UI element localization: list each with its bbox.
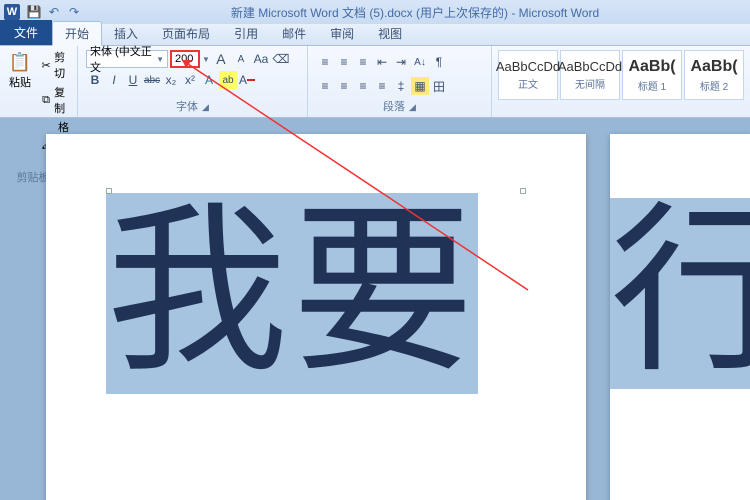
- subscript-button[interactable]: x₂: [162, 71, 180, 89]
- cut-button[interactable]: ✂剪切: [38, 48, 73, 82]
- shading-button[interactable]: ▦: [411, 77, 429, 95]
- document-area[interactable]: 我要 行: [0, 118, 750, 500]
- paragraph-launcher-icon[interactable]: ◢: [409, 102, 416, 112]
- style-no-spacing[interactable]: AaBbCcDd 无间隔: [560, 50, 620, 100]
- window-title: 新建 Microsoft Word 文档 (5).docx (用户上次保存的) …: [84, 4, 746, 21]
- style-preview: AaBbCcDd: [558, 59, 622, 74]
- font-color-button[interactable]: A: [238, 71, 256, 89]
- tab-mailings[interactable]: 邮件: [270, 22, 318, 45]
- underline-button[interactable]: U: [124, 71, 142, 89]
- font-size-value: 200: [175, 53, 193, 65]
- copy-button[interactable]: ⧉复制: [38, 83, 73, 117]
- style-preview: AaBbCcDd: [496, 59, 560, 74]
- highlight-button[interactable]: ab: [219, 71, 237, 89]
- style-normal[interactable]: AaBbCcDd 正文: [498, 50, 558, 100]
- group-styles: AaBbCcDd 正文 AaBbCcDd 无间隔 AaBb( 标题 1 AaBb( 标题…: [492, 46, 750, 117]
- tab-review[interactable]: 审阅: [318, 22, 366, 45]
- font-color-indicator: [247, 79, 255, 81]
- bold-button[interactable]: B: [86, 71, 104, 89]
- align-left-button[interactable]: ≡: [316, 77, 334, 95]
- show-marks-button[interactable]: ¶: [430, 53, 448, 71]
- app-icon: W: [4, 4, 20, 20]
- selected-text-page2[interactable]: 行: [610, 198, 750, 389]
- strike-button[interactable]: abc: [143, 71, 161, 89]
- paste-label: 粘贴: [9, 74, 31, 90]
- copy-icon: ⧉: [41, 93, 51, 107]
- qat-save-icon[interactable]: 💾: [27, 5, 41, 19]
- italic-button[interactable]: I: [105, 71, 123, 89]
- numbering-button[interactable]: ≡: [335, 53, 353, 71]
- cut-icon: ✂: [41, 58, 51, 72]
- style-heading1[interactable]: AaBb( 标题 1: [622, 50, 682, 100]
- group-font-label: 字体◢: [82, 97, 303, 115]
- line-spacing-button[interactable]: ‡: [392, 77, 410, 95]
- borders-button[interactable]: 田: [430, 77, 448, 95]
- font-name-combo[interactable]: 宋体 (中文正文▼: [86, 50, 168, 68]
- bullets-button[interactable]: ≡: [316, 53, 334, 71]
- margin-marker-left: [106, 188, 112, 194]
- title-bar: W 💾 ↶ ↷ 新建 Microsoft Word 文档 (5).docx (用…: [0, 0, 750, 24]
- style-name: 标题 1: [638, 78, 666, 93]
- tab-insert[interactable]: 插入: [102, 22, 150, 45]
- increase-indent-button[interactable]: ⇥: [392, 53, 410, 71]
- decrease-indent-button[interactable]: ⇤: [373, 53, 391, 71]
- style-preview: AaBb(: [690, 58, 737, 76]
- paste-button[interactable]: 📋 粘贴: [4, 48, 36, 92]
- font-size-dropdown-icon[interactable]: ▼: [202, 55, 210, 64]
- cut-label: 剪切: [54, 49, 70, 81]
- style-name: 无间隔: [575, 76, 605, 91]
- align-center-button[interactable]: ≡: [335, 77, 353, 95]
- font-launcher-icon[interactable]: ◢: [202, 102, 209, 112]
- selected-text[interactable]: 我要: [106, 193, 478, 394]
- chevron-down-icon: ▼: [156, 55, 164, 64]
- grow-font-button[interactable]: A: [212, 50, 230, 68]
- paste-icon: 📋: [8, 50, 32, 74]
- justify-button[interactable]: ≡: [373, 77, 391, 95]
- multilevel-list-button[interactable]: ≡: [354, 53, 372, 71]
- tab-page-layout[interactable]: 页面布局: [150, 22, 222, 45]
- margin-marker-right: [520, 188, 526, 194]
- text-effects-button[interactable]: A: [200, 71, 218, 89]
- group-paragraph-label: 段落◢: [312, 97, 487, 115]
- style-name: 标题 2: [700, 78, 728, 93]
- clear-format-button[interactable]: ⌫: [272, 50, 290, 68]
- align-right-button[interactable]: ≡: [354, 77, 372, 95]
- tab-view[interactable]: 视图: [366, 22, 414, 45]
- qat-redo-icon[interactable]: ↷: [67, 5, 81, 19]
- group-font: 宋体 (中文正文▼ 200 ▼ A A Aa ⌫ B I U abc x₂ x²…: [78, 46, 308, 117]
- copy-label: 复制: [54, 84, 70, 116]
- change-case-button[interactable]: Aa: [252, 50, 270, 68]
- ribbon: 📋 粘贴 ✂剪切 ⧉复制 🖌格式刷 剪贴板◢ 宋体 (中文正文▼ 200 ▼ A…: [0, 46, 750, 118]
- style-name: 正文: [518, 76, 538, 91]
- page-1[interactable]: 我要: [46, 134, 586, 500]
- style-heading2[interactable]: AaBb( 标题 2: [684, 50, 744, 100]
- style-preview: AaBb(: [628, 58, 675, 76]
- shrink-font-button[interactable]: A: [232, 50, 250, 68]
- font-size-combo[interactable]: 200: [170, 50, 200, 68]
- sort-button[interactable]: A↓: [411, 53, 429, 71]
- group-clipboard: 📋 粘贴 ✂剪切 ⧉复制 🖌格式刷 剪贴板◢: [0, 46, 78, 117]
- superscript-button[interactable]: x²: [181, 71, 199, 89]
- page-2[interactable]: 行: [610, 134, 750, 500]
- group-paragraph: ≡ ≡ ≡ ⇤ ⇥ A↓ ¶ ≡ ≡ ≡ ≡ ‡ ▦ 田 段落◢: [308, 46, 492, 117]
- qat-undo-icon[interactable]: ↶: [47, 5, 61, 19]
- tab-file[interactable]: 文件: [0, 20, 52, 45]
- tab-references[interactable]: 引用: [222, 22, 270, 45]
